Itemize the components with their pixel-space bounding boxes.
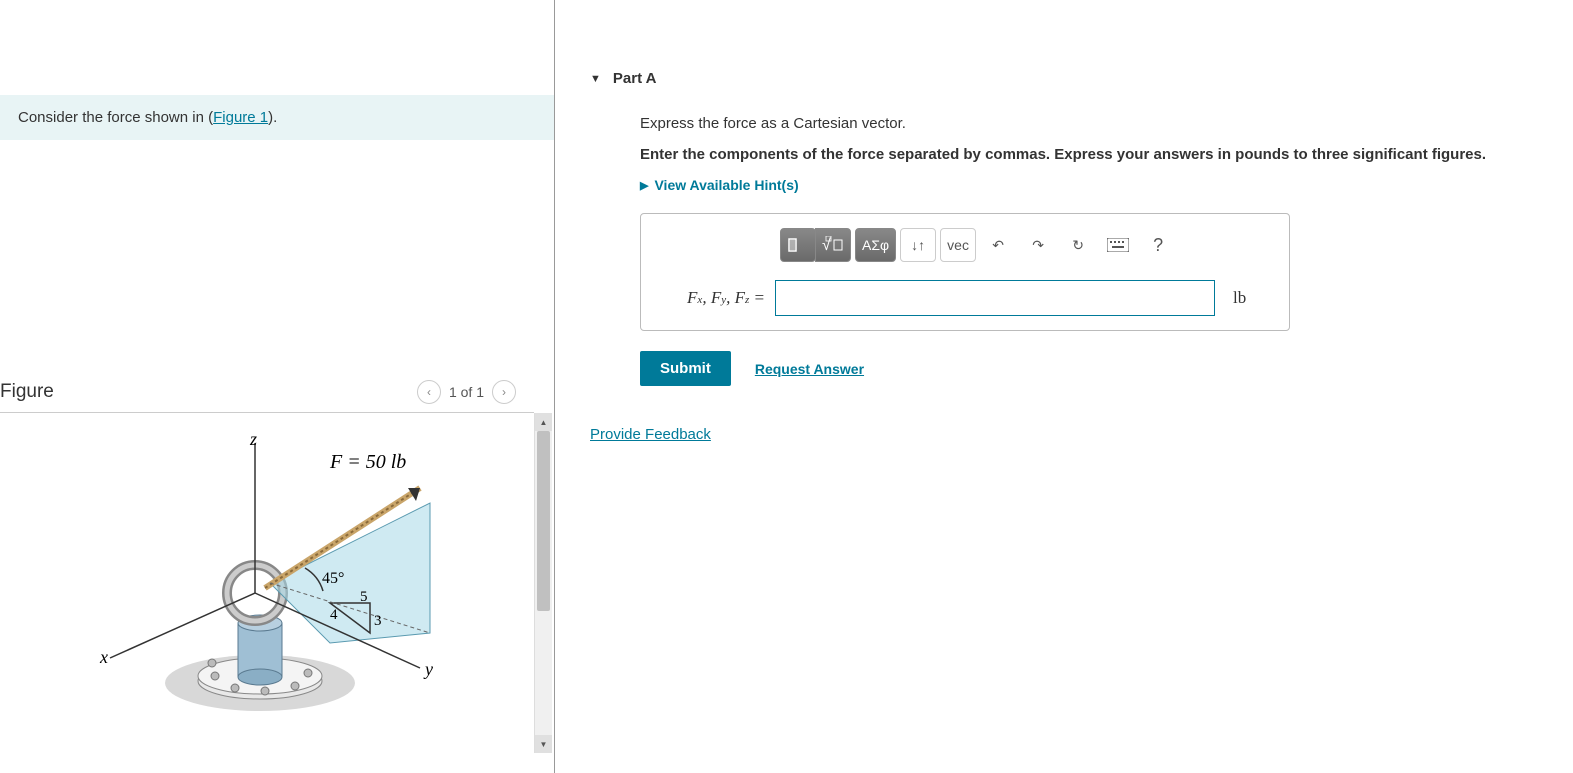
figure-title: Figure bbox=[0, 381, 54, 403]
scroll-thumb[interactable] bbox=[537, 431, 550, 611]
force-diagram: z x y F = 50 lb 45° 5 4 3 bbox=[70, 433, 450, 743]
reset-button[interactable]: ↻ bbox=[1060, 228, 1096, 262]
figure-body: z x y F = 50 lb 45° 5 4 3 ▲ ▼ bbox=[0, 413, 554, 753]
fz-f: F bbox=[735, 288, 745, 307]
submit-button[interactable]: Submit bbox=[640, 351, 731, 386]
equation-toolbar: √ ΑΣφ ↓↑ vec ↶ ↷ bbox=[780, 228, 1275, 262]
figure-prev-button[interactable]: ‹ bbox=[417, 380, 441, 404]
help-label: ? bbox=[1153, 235, 1163, 256]
vec-button[interactable]: vec bbox=[940, 228, 976, 262]
greek-button[interactable]: ΑΣφ bbox=[855, 228, 896, 262]
angle-label: 45° bbox=[322, 570, 344, 587]
keyboard-icon bbox=[1107, 238, 1129, 252]
dim-3: 3 bbox=[374, 613, 382, 629]
provide-feedback-link[interactable]: Provide Feedback bbox=[590, 426, 711, 443]
arrows-icon: ↓↑ bbox=[911, 237, 925, 253]
reset-icon: ↻ bbox=[1072, 237, 1084, 254]
figure-count: 1 of 1 bbox=[449, 384, 484, 400]
answer-box: √ ΑΣφ ↓↑ vec ↶ ↷ bbox=[640, 213, 1290, 331]
input-label: Fx, Fy, Fz = bbox=[655, 288, 765, 308]
answer-input[interactable] bbox=[775, 280, 1215, 316]
chevron-left-icon: ‹ bbox=[427, 385, 431, 399]
chevron-right-icon: › bbox=[502, 385, 506, 399]
greek-label: ΑΣφ bbox=[862, 237, 889, 253]
vec-label: vec bbox=[947, 237, 969, 253]
request-answer-link[interactable]: Request Answer bbox=[755, 361, 864, 377]
view-hints-link[interactable]: ▶ View Available Hint(s) bbox=[640, 177, 1573, 193]
hints-label: View Available Hint(s) bbox=[654, 177, 798, 193]
figure-link[interactable]: Figure 1 bbox=[213, 109, 268, 126]
dim-5: 5 bbox=[360, 589, 368, 605]
scroll-down-button[interactable]: ▼ bbox=[535, 735, 552, 753]
comma2: , bbox=[726, 288, 735, 307]
axis-z-label: z bbox=[249, 433, 257, 449]
left-panel: Consider the force shown in (Figure 1). … bbox=[0, 0, 555, 773]
right-panel: ▼ Part A Express the force as a Cartesia… bbox=[555, 0, 1573, 773]
radical-button[interactable]: √ bbox=[815, 228, 851, 262]
figure-next-button[interactable]: › bbox=[492, 380, 516, 404]
comma1: , bbox=[702, 288, 711, 307]
figure-header: Figure ‹ 1 of 1 › bbox=[0, 380, 534, 413]
subscript-button[interactable]: ↓↑ bbox=[900, 228, 936, 262]
undo-icon: ↶ bbox=[992, 237, 1004, 254]
intro-text-suffix: ). bbox=[268, 109, 277, 126]
figure-section: Figure ‹ 1 of 1 › bbox=[0, 380, 554, 773]
problem-intro: Consider the force shown in (Figure 1). bbox=[0, 95, 554, 140]
redo-button[interactable]: ↷ bbox=[1020, 228, 1056, 262]
figure-nav: ‹ 1 of 1 › bbox=[417, 380, 516, 404]
templates-button[interactable] bbox=[780, 228, 816, 262]
fx-f: F bbox=[687, 288, 697, 307]
fy-f: F bbox=[711, 288, 721, 307]
radical-icon: √ bbox=[822, 236, 844, 254]
undo-button[interactable]: ↶ bbox=[980, 228, 1016, 262]
keyboard-button[interactable] bbox=[1100, 228, 1136, 262]
intro-text-prefix: Consider the force shown in ( bbox=[18, 109, 213, 126]
redo-icon: ↷ bbox=[1032, 237, 1044, 254]
scroll-up-button[interactable]: ▲ bbox=[535, 413, 552, 431]
help-button[interactable]: ? bbox=[1140, 228, 1176, 262]
instruction-2: Enter the components of the force separa… bbox=[640, 146, 1573, 163]
part-a-title: Part A bbox=[613, 70, 657, 87]
input-row: Fx, Fy, Fz = lb bbox=[655, 280, 1275, 316]
instruction-1: Express the force as a Cartesian vector. bbox=[640, 115, 1573, 132]
part-a-body: Express the force as a Cartesian vector.… bbox=[590, 115, 1573, 443]
dim-4: 4 bbox=[330, 607, 338, 623]
submit-row: Submit Request Answer bbox=[640, 351, 1573, 386]
axis-y-label: y bbox=[423, 659, 433, 679]
caret-down-icon: ▼ bbox=[590, 73, 601, 85]
templates-icon bbox=[788, 236, 808, 254]
figure-scrollbar[interactable]: ▲ ▼ bbox=[534, 413, 552, 753]
caret-right-icon: ▶ bbox=[640, 179, 648, 192]
part-a-header[interactable]: ▼ Part A bbox=[590, 70, 1573, 87]
axis-x-label: x bbox=[99, 647, 108, 667]
eq-sign: = bbox=[749, 288, 765, 307]
svg-text:√: √ bbox=[822, 237, 831, 254]
unit-label: lb bbox=[1233, 288, 1246, 308]
force-label: F = 50 lb bbox=[329, 451, 406, 473]
